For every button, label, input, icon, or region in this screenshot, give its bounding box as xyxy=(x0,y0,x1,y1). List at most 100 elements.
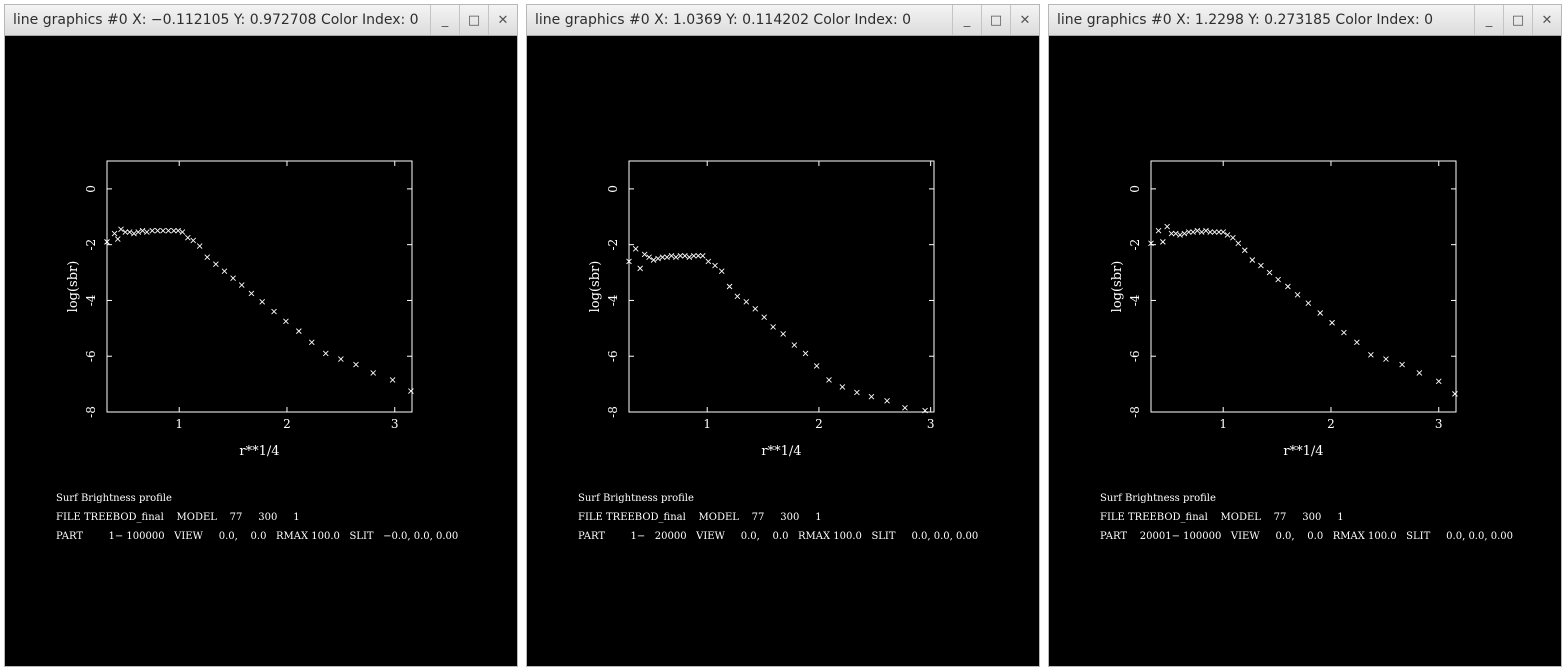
minimize-button[interactable]: _ xyxy=(430,5,459,35)
maximize-button[interactable]: □ xyxy=(459,5,488,35)
data-point xyxy=(632,246,639,252)
data-point xyxy=(213,261,219,268)
y-tick-label: -4 xyxy=(1128,294,1142,306)
data-point xyxy=(1207,229,1214,235)
x-axis-label: r**1/4 xyxy=(239,444,279,459)
x-tick-label: 1 xyxy=(1219,417,1227,431)
info-part-line: PART 1− 100000 VIEW 0.0, 0.0 RMAX 100.0 … xyxy=(56,531,459,542)
close-button[interactable]: ✕ xyxy=(488,5,517,35)
info-file-line: FILE TREEBOD_final MODEL 77 300 1 xyxy=(578,512,822,523)
data-point xyxy=(1211,229,1218,235)
x-tick-label: 2 xyxy=(815,417,823,431)
data-point xyxy=(131,230,137,237)
minimize-button[interactable]: _ xyxy=(952,5,981,35)
data-point xyxy=(677,253,684,259)
data-point xyxy=(1168,230,1175,237)
data-point xyxy=(1275,276,1281,283)
data-point xyxy=(1224,232,1231,238)
info-title: Surf Brightness profile xyxy=(1100,493,1216,504)
y-tick-label: -2 xyxy=(606,239,620,251)
data-series xyxy=(104,226,414,394)
data-point xyxy=(122,229,129,235)
y-tick-label: 0 xyxy=(84,185,98,193)
graphics-window-2: line graphics #0 X: 1.0369 Y: 0.114202 C… xyxy=(526,4,1040,667)
data-point xyxy=(1230,234,1236,241)
plot-canvas[interactable]: 1 2 3 0 -2 -4 -6 -8 r**1/4 log(sbr) Surf Brightne… xyxy=(5,36,517,666)
window-title: line graphics #0 X: 1.2298 Y: 0.273185 C… xyxy=(1057,12,1434,28)
data-point xyxy=(139,227,146,234)
data-point xyxy=(126,229,133,235)
window-title: line graphics #0 X: −0.112105 Y: 0.97270… xyxy=(13,12,419,28)
plot-canvas[interactable]: 1 2 3 0 -2 -4 -6 -8 r**1/4 log(sbr) Surf Brightne… xyxy=(1049,36,1561,666)
data-point xyxy=(1185,229,1192,235)
data-point xyxy=(791,342,798,348)
data-point xyxy=(221,268,228,274)
data-point xyxy=(1435,378,1442,385)
window-titlebar[interactable]: line graphics #0 X: −0.112105 Y: 0.97270… xyxy=(5,5,517,36)
data-point xyxy=(1354,339,1360,346)
data-point xyxy=(230,275,236,281)
data-point xyxy=(868,393,875,400)
data-point xyxy=(664,254,670,261)
y-tick-label: -6 xyxy=(606,350,620,362)
data-point xyxy=(149,227,156,234)
data-point xyxy=(1241,247,1248,254)
data-point xyxy=(322,350,329,357)
data-point xyxy=(1341,329,1347,336)
data-point xyxy=(659,254,666,261)
minimize-button[interactable]: _ xyxy=(1474,5,1503,35)
data-point xyxy=(283,318,289,325)
window-titlebar[interactable]: line graphics #0 X: 1.2298 Y: 0.273185 C… xyxy=(1049,5,1561,36)
data-point xyxy=(1266,269,1273,276)
data-point xyxy=(1177,232,1183,238)
data-point xyxy=(308,339,315,346)
data-point xyxy=(1160,239,1166,245)
window-titlebar[interactable]: line graphics #0 X: 1.0369 Y: 0.114202 C… xyxy=(527,5,1039,36)
chart-svg: 1 2 3 0 -2 -4 -6 -8 r**1/4 log(sbr) xyxy=(1110,160,1458,459)
x-tick-label: 2 xyxy=(283,417,291,431)
data-point xyxy=(338,356,344,362)
y-tick-label: -4 xyxy=(84,294,98,306)
data-point xyxy=(1155,227,1162,234)
data-point xyxy=(1329,319,1335,326)
data-point xyxy=(699,253,706,259)
maximize-button[interactable]: □ xyxy=(981,5,1010,35)
data-point xyxy=(114,236,121,242)
data-point xyxy=(682,253,688,259)
plot-canvas[interactable]: 1 2 3 0 -2 -4 -6 -8 r**1/4 log(sbr) Surf Brightne… xyxy=(527,36,1039,666)
close-button[interactable]: ✕ xyxy=(1532,5,1561,35)
data-point xyxy=(1399,361,1405,368)
data-point xyxy=(650,257,657,263)
data-point xyxy=(884,398,890,404)
data-point xyxy=(248,290,255,297)
x-tick-label: 2 xyxy=(1327,417,1335,431)
chart-svg: 1 2 3 0 -2 -4 -6 -8 r**1/4 log(sbr) xyxy=(588,160,935,459)
graphics-window-1: line graphics #0 X: −0.112105 Y: 0.97270… xyxy=(4,4,518,667)
data-point xyxy=(1198,229,1205,235)
data-point xyxy=(1190,229,1196,235)
data-point xyxy=(1172,230,1179,237)
data-point xyxy=(1383,356,1389,362)
data-point xyxy=(1220,229,1227,235)
info-title: Surf Brightness profile xyxy=(56,493,172,504)
data-point xyxy=(171,227,177,234)
maximize-button[interactable]: □ xyxy=(1503,5,1532,35)
data-point xyxy=(718,268,725,274)
x-tick-label: 1 xyxy=(703,417,711,431)
data-point xyxy=(641,251,648,258)
info-file-line: FILE TREEBOD_final MODEL 77 300 1 xyxy=(1100,512,1344,523)
close-button[interactable]: ✕ xyxy=(1010,5,1039,35)
data-point xyxy=(668,253,675,259)
data-point xyxy=(1317,310,1324,316)
y-tick-label: -4 xyxy=(606,294,620,306)
data-point xyxy=(204,254,211,261)
data-point xyxy=(1216,229,1222,235)
data-point xyxy=(743,299,750,305)
data-point xyxy=(175,227,181,234)
plot-frame xyxy=(628,160,935,413)
x-tick-label: 3 xyxy=(391,417,399,431)
y-tick-label: -6 xyxy=(1128,350,1142,362)
data-point xyxy=(1258,262,1264,269)
data-point xyxy=(353,361,359,368)
data-point xyxy=(695,253,702,259)
